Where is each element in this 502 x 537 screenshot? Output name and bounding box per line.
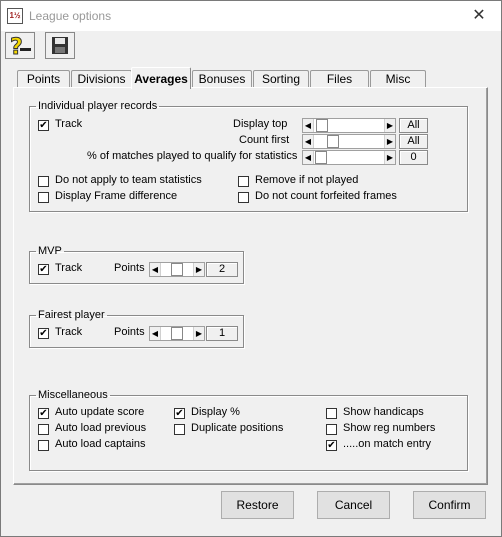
on-match-entry-label: .....on match entry [343, 438, 432, 450]
arrow-left-icon[interactable]: ◀ [303, 119, 314, 132]
cancel-button[interactable]: Cancel [317, 491, 390, 519]
pct-matches-slider[interactable]: ◀ ▶ [302, 150, 396, 165]
no-forfeited-label: Do not count forfeited frames [255, 190, 397, 202]
fairest-points-label: Points [114, 326, 145, 338]
fairest-points-slider[interactable]: ◀ ▶ [149, 326, 205, 341]
mvp-track-checkbox[interactable]: ✔ [38, 264, 49, 275]
no-team-stats-checkbox[interactable] [38, 176, 49, 187]
auto-update-score-checkbox[interactable]: ✔ [38, 408, 49, 419]
restore-button[interactable]: Restore [221, 491, 294, 519]
count-first-value: All [399, 134, 428, 149]
tab-averages[interactable]: Averages [131, 67, 191, 89]
auto-load-captains-checkbox[interactable] [38, 440, 49, 451]
window-title: League options [29, 9, 112, 23]
remove-not-played-label: Remove if not played [255, 174, 359, 186]
frame-difference-label: Display Frame difference [55, 190, 178, 202]
individual-track-label: Track [55, 118, 83, 130]
no-team-stats-label: Do not apply to team statistics [55, 174, 202, 186]
mvp-track-label: Track [55, 262, 83, 274]
arrow-left-icon[interactable]: ◀ [150, 263, 161, 276]
display-pct-checkbox[interactable]: ✔ [174, 408, 185, 419]
mvp-points-label: Points [114, 262, 145, 274]
show-reg-numbers-label: Show reg numbers [343, 422, 436, 434]
display-pct-label: Display % [191, 406, 240, 418]
league-options-window: 1½ League options ✕ ? Points Divisions A… [0, 0, 502, 537]
save-button[interactable] [45, 32, 75, 59]
mvp-points-value: 2 [206, 262, 238, 277]
duplicate-positions-checkbox[interactable] [174, 424, 185, 435]
count-first-label: Count first [239, 134, 290, 146]
count-first-thumb[interactable] [327, 135, 339, 148]
arrow-right-icon[interactable]: ▶ [384, 135, 395, 148]
auto-load-captains-label: Auto load captains [55, 438, 146, 450]
remove-not-played-checkbox[interactable] [238, 176, 249, 187]
arrow-right-icon[interactable]: ▶ [193, 263, 204, 276]
arrow-left-icon[interactable]: ◀ [150, 327, 161, 340]
floppy-disk-icon [52, 37, 68, 54]
count-first-slider[interactable]: ◀ ▶ [302, 134, 396, 149]
display-top-thumb[interactable] [316, 119, 328, 132]
frame-difference-checkbox[interactable] [38, 192, 49, 203]
display-top-label: Display top [233, 118, 288, 130]
display-top-value: All [399, 118, 428, 133]
auto-update-score-label: Auto update score [55, 406, 145, 418]
auto-load-previous-checkbox[interactable] [38, 424, 49, 435]
fairest-track-label: Track [55, 326, 83, 338]
close-button[interactable]: ✕ [463, 5, 495, 27]
arrow-right-icon[interactable]: ▶ [384, 151, 395, 164]
pct-matches-value: 0 [399, 150, 428, 165]
show-handicaps-checkbox[interactable] [326, 408, 337, 419]
mvp-points-thumb[interactable] [171, 263, 183, 276]
individual-group-legend: Individual player records [38, 100, 158, 112]
individual-track-checkbox[interactable]: ✔ [38, 120, 49, 131]
misc-group-legend: Miscellaneous [38, 389, 108, 401]
help-button[interactable]: ? [5, 32, 35, 61]
arrow-left-icon[interactable]: ◀ [303, 135, 314, 148]
show-reg-numbers-checkbox[interactable] [326, 424, 337, 435]
pct-matches-thumb[interactable] [315, 151, 327, 164]
fairest-points-value: 1 [206, 326, 238, 341]
fairest-track-checkbox[interactable]: ✔ [38, 328, 49, 339]
mvp-group-legend: MVP [38, 245, 62, 257]
fairest-points-thumb[interactable] [171, 327, 183, 340]
arrow-right-icon[interactable]: ▶ [384, 119, 395, 132]
confirm-button[interactable]: Confirm [413, 491, 486, 519]
pct-matches-label: % of matches played to qualify for stati… [87, 150, 298, 162]
help-icon: ? [10, 35, 31, 61]
display-top-slider[interactable]: ◀ ▶ [302, 118, 396, 133]
arrow-right-icon[interactable]: ▶ [193, 327, 204, 340]
no-forfeited-checkbox[interactable] [238, 192, 249, 203]
show-handicaps-label: Show handicaps [343, 406, 424, 418]
app-icon: 1½ [7, 8, 23, 24]
duplicate-positions-label: Duplicate positions [191, 422, 284, 434]
arrow-left-icon[interactable]: ◀ [303, 151, 314, 164]
fairest-group-legend: Fairest player [38, 309, 105, 321]
auto-load-previous-label: Auto load previous [55, 422, 147, 434]
on-match-entry-checkbox[interactable]: ✔ [326, 440, 337, 451]
svg-text:?: ? [10, 35, 23, 58]
title-bar: 1½ League options ✕ [1, 1, 501, 31]
mvp-points-slider[interactable]: ◀ ▶ [149, 262, 205, 277]
